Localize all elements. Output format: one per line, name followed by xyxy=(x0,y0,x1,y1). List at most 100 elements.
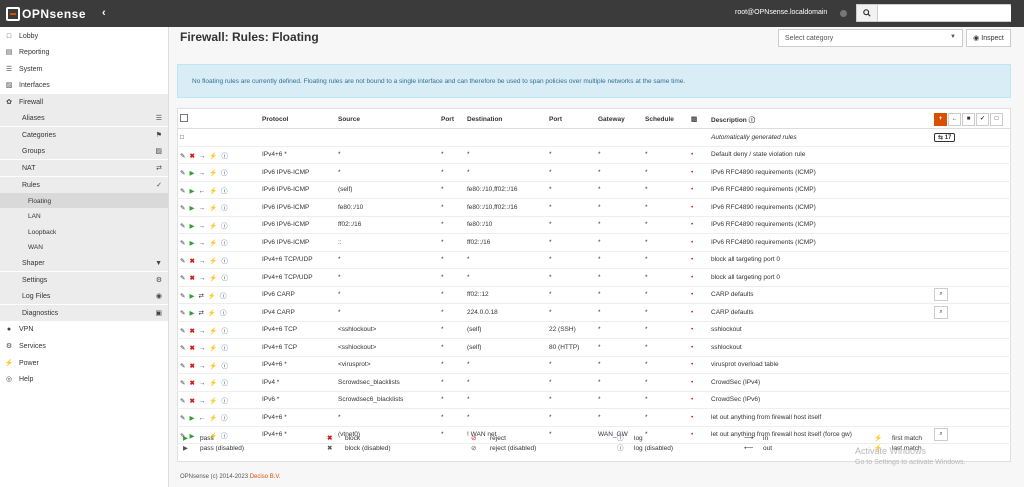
pass-icon[interactable]: ▶ xyxy=(189,293,194,300)
user-label[interactable]: root@OPNsense.localdomain xyxy=(735,9,827,16)
description-header[interactable]: Description ⓘ xyxy=(708,110,931,129)
edit-icon[interactable]: ✎ xyxy=(180,205,185,212)
table-row[interactable]: ✎ ▶ → ⚡ ⓘ IPv6 IPV6-ICMP fe80::/10 * fe80::/10,f… xyxy=(177,198,1011,217)
dest-port-header[interactable]: Port xyxy=(546,110,595,129)
add-rule-button[interactable]: + xyxy=(934,112,947,126)
sidebar-item-floating[interactable]: Floating xyxy=(0,193,168,209)
log-icon[interactable]: ⓘ xyxy=(222,328,229,335)
log-icon[interactable]: ⓘ xyxy=(220,310,227,317)
sidebar-item-services[interactable]: ⚙ Services xyxy=(0,338,168,354)
sidebar-item-shaper[interactable]: Shaper ▼ xyxy=(0,255,168,271)
sidebar-item-groups[interactable]: Groups ▨ xyxy=(0,143,168,159)
sidebar-item-power[interactable]: ⚡ Power xyxy=(0,355,168,371)
edit-icon[interactable]: ✎ xyxy=(180,328,185,335)
sidebar-item-help[interactable]: ◎ Help xyxy=(0,371,168,387)
log-icon[interactable]: ⓘ xyxy=(221,188,228,195)
log-icon[interactable]: ⓘ xyxy=(222,398,229,405)
edit-icon[interactable]: ✎ xyxy=(180,363,185,370)
sidebar-item-loopback[interactable]: Loopback xyxy=(0,224,168,240)
inspect-rule-button[interactable]: ⌕ xyxy=(934,305,948,319)
block-icon[interactable]: ✖ xyxy=(189,363,194,370)
table-row[interactable]: ✎ ▶ ← ⚡ ⓘ IPv4+6 * (vtnet0) *! WAN net * WAN_GW * •… xyxy=(177,426,1011,444)
edit-icon[interactable]: ✎ xyxy=(180,398,185,405)
sidebar-item-wan[interactable]: WAN xyxy=(0,239,168,255)
disable-icon[interactable]: □ xyxy=(990,112,1003,126)
sidebar-item-aliases[interactable]: Aliases ☰ xyxy=(0,110,168,126)
port-header[interactable]: Port xyxy=(438,110,464,129)
edit-icon[interactable]: ✎ xyxy=(180,188,185,195)
table-row[interactable]: ✎ ▶ ⇄ ⚡ ⓘ IPv6 CARP * * ff02::12 * * * • CARP default… xyxy=(177,286,1011,304)
block-icon[interactable]: ✖ xyxy=(189,398,194,405)
sidebar-item-lan[interactable]: LAN xyxy=(0,208,168,224)
pass-icon[interactable]: ▶ xyxy=(189,240,194,247)
schedule-header[interactable]: Schedule xyxy=(642,110,688,129)
pass-icon[interactable]: ▶ xyxy=(189,310,194,317)
sidebar-item-interfaces[interactable]: ▨ Interfaces xyxy=(0,77,168,93)
log-icon[interactable]: ⓘ xyxy=(222,258,229,265)
table-row[interactable]: ✎ ▶ → ⚡ ⓘ IPv6 IPV6-ICMP:: * ff02::/16 * * * • IPv6 … xyxy=(177,233,1011,252)
log-icon[interactable]: ⓘ xyxy=(222,363,229,370)
collapse-sidebar-icon[interactable]: ‹ xyxy=(102,7,106,19)
status-indicator-icon[interactable] xyxy=(840,10,847,17)
edit-icon[interactable]: ✎ xyxy=(180,223,185,230)
edit-icon[interactable]: ✎ xyxy=(180,275,185,282)
opnsense-logo[interactable]: OPNsense xyxy=(6,5,92,22)
table-row[interactable]: ✎ ✖ → ⚡ ⓘ IPv6 * Scrowdsec6_blacklists * * * * * • Cr… xyxy=(177,391,1011,409)
table-row[interactable]: ✎ ✖ → ⚡ ⓘ IPv4+6 TCP <sshlockout> * (self) 80 (HT… xyxy=(177,338,1011,357)
pass-icon[interactable]: ▶ xyxy=(189,188,194,195)
block-icon[interactable]: ✖ xyxy=(189,153,194,160)
sidebar-item-rules[interactable]: Rules ✓ xyxy=(0,177,168,193)
autogen-toggle[interactable]: ⇆ 17 xyxy=(934,132,956,142)
pass-icon[interactable]: ▶ xyxy=(189,223,194,230)
sidebar-item-firewall[interactable]: ✿ Firewall xyxy=(0,94,168,110)
autogen-row[interactable]: □ Automatically generated rules ⇆ 17 xyxy=(177,128,1011,147)
table-row[interactable]: ✎ ✖ → ⚡ ⓘ IPv4 * Scrowdsec_blacklists * * * * * • Cro… xyxy=(177,373,1011,392)
log-icon[interactable]: ⓘ xyxy=(221,205,228,212)
search-input[interactable] xyxy=(879,6,1011,21)
pass-icon[interactable]: ▶ xyxy=(189,433,194,440)
inspect-rule-button[interactable]: ⌕ xyxy=(934,288,948,302)
edit-icon[interactable]: ✎ xyxy=(180,380,185,387)
edit-icon[interactable]: ✎ xyxy=(180,415,185,422)
log-icon[interactable]: ⓘ xyxy=(222,380,229,387)
edit-icon[interactable]: ✎ xyxy=(180,153,185,160)
log-icon[interactable]: ⓘ xyxy=(222,153,229,160)
table-row[interactable]: ✎ ✖ → ⚡ ⓘ IPv4+6 * * * * * * * • Default deny / state… xyxy=(177,146,1011,164)
protocol-header[interactable]: Protocol xyxy=(259,110,335,129)
inspect-button[interactable]: ◉ Inspect xyxy=(966,29,1011,47)
destination-header[interactable]: Destination xyxy=(464,110,546,129)
pass-icon[interactable]: ▶ xyxy=(189,170,194,177)
sidebar-item-settings[interactable]: Settings ⚙ xyxy=(0,272,168,288)
block-icon[interactable]: ✖ xyxy=(189,275,194,282)
log-icon[interactable]: ⓘ xyxy=(221,223,228,230)
table-row[interactable]: ✎ ✖ → ⚡ ⓘ IPv4+6 TCP <sshlockout> * (self) 22 (SS… xyxy=(177,321,1011,339)
table-row[interactable]: ✎ ▶ ⇄ ⚡ ⓘ IPv4 CARP * * 224.0.0.18 * * * • CARP defau… xyxy=(177,303,1011,322)
inspect-rule-button[interactable]: ⌕ xyxy=(934,428,948,442)
block-icon[interactable]: ✖ xyxy=(189,328,194,335)
table-row[interactable]: ✎ ▶ → ⚡ ⓘ IPv6 IPV6-ICMP * * * * * * • IPv6 RFC4890 r… xyxy=(177,163,1011,182)
log-icon[interactable]: ⓘ xyxy=(221,240,228,247)
source-header[interactable]: Source xyxy=(335,110,438,129)
log-icon[interactable]: ⓘ xyxy=(222,345,229,352)
block-icon[interactable]: ✖ xyxy=(189,380,194,387)
table-row[interactable]: ✎ ▶ → ⚡ ⓘ IPv6 IPV6-ICMP ff02::/16 * fe80::/10 * *… xyxy=(177,216,1011,234)
select-all-checkbox[interactable] xyxy=(180,114,188,122)
arrow-left-icon[interactable]: ← xyxy=(948,112,961,126)
sidebar-item-categories[interactable]: Categories ⚑ xyxy=(0,127,168,143)
pass-icon[interactable]: ▶ xyxy=(189,205,194,212)
sidebar-item-diagnostics[interactable]: Diagnostics ▣ xyxy=(0,305,168,321)
log-icon[interactable]: ⓘ xyxy=(221,170,228,177)
log-icon[interactable]: ⓘ xyxy=(221,415,228,422)
block-icon[interactable]: ✖ xyxy=(189,345,194,352)
edit-icon[interactable]: ✎ xyxy=(180,258,185,265)
edit-icon[interactable]: ✎ xyxy=(180,170,185,177)
gateway-header[interactable]: Gateway xyxy=(595,110,642,129)
sidebar-item-nat[interactable]: NAT ⇄ xyxy=(0,160,168,176)
table-row[interactable]: ✎ ✖ → ⚡ ⓘ IPv4+6 * <virusprot> * * * * * • virusprot … xyxy=(177,356,1011,374)
log-icon[interactable]: ⓘ xyxy=(222,275,229,282)
log-icon[interactable]: ⓘ xyxy=(220,293,227,300)
table-row[interactable]: ✎ ✖ → ⚡ ⓘ IPv4+6 TCP/UDP * * * * * * • block all targ… xyxy=(177,268,1011,287)
table-row[interactable]: ✎ ▶ ← ⚡ ⓘ IPv4+6 * * * * * * * • let out anything fro… xyxy=(177,408,1011,427)
pass-icon[interactable]: ▶ xyxy=(189,415,194,422)
block-icon[interactable]: ✖ xyxy=(189,258,194,265)
